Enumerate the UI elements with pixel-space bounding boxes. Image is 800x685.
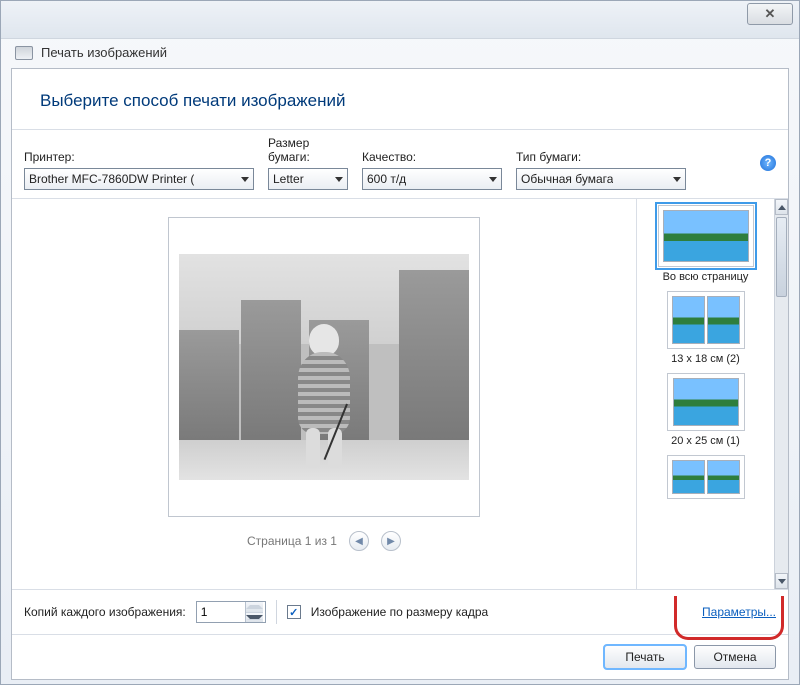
printer-label: Принтер: [24, 150, 254, 164]
layout-label: 20 x 25 см (1) [671, 435, 740, 447]
paper-size-combo[interactable]: Letter [268, 168, 348, 190]
copies-spinner[interactable] [196, 601, 266, 623]
close-icon: ✕ [765, 6, 776, 22]
layout-label: Во всю страницу [663, 271, 749, 283]
pager-text: Страница 1 из 1 [247, 534, 337, 548]
titlebar: ✕ [1, 1, 799, 39]
quality-label: Качество: [362, 150, 502, 164]
cancel-button[interactable]: Отмена [694, 645, 776, 669]
layout-13x18[interactable]: 13 x 18 см (2) [667, 291, 745, 365]
paper-size-value: Letter [273, 172, 304, 186]
triangle-right-icon: ▶ [387, 536, 395, 547]
dialog-buttons: Печать Отмена [12, 635, 788, 679]
print-button[interactable]: Печать [604, 645, 686, 669]
chevron-down-icon [241, 177, 249, 182]
window-title: Печать изображений [41, 45, 167, 60]
pager: Страница 1 из 1 ◀ ▶ [247, 531, 401, 551]
instruction-text: Выберите способ печати изображений [12, 69, 788, 130]
chevron-down-icon [673, 177, 681, 182]
copies-input[interactable] [197, 602, 245, 622]
main-area: Страница 1 из 1 ◀ ▶ Во всю страницу [12, 199, 788, 590]
paper-type-label: Тип бумаги: [516, 150, 686, 164]
layout-thumb [658, 205, 754, 267]
layout-label: 13 x 18 см (2) [671, 353, 740, 365]
quality-combo[interactable]: 600 т/д [362, 168, 502, 190]
content-frame: Выберите способ печати изображений Принт… [11, 68, 789, 680]
printer-icon [15, 46, 33, 60]
layout-full-page[interactable]: Во всю страницу [658, 205, 754, 283]
options-link[interactable]: Параметры... [702, 605, 776, 619]
fit-frame-checkbox[interactable]: ✓ [287, 605, 301, 619]
layouts-scrollbar[interactable] [774, 199, 788, 589]
print-pictures-dialog: ✕ Печать изображений Выберите способ печ… [0, 0, 800, 685]
layout-item[interactable] [667, 455, 745, 499]
copies-label: Копий каждого изображения: [24, 605, 186, 619]
arrow-down-icon [778, 579, 786, 584]
separator [276, 600, 277, 624]
chevron-down-icon [335, 177, 343, 182]
preview-frame [168, 217, 480, 517]
print-button-label: Печать [625, 650, 664, 664]
print-options-row: Принтер: Brother MFC-7860DW Printer ( Ра… [12, 130, 788, 199]
paper-size-label: Размер бумаги: [268, 136, 348, 164]
page-next-button[interactable]: ▶ [381, 531, 401, 551]
page-prev-button[interactable]: ◀ [349, 531, 369, 551]
cancel-button-label: Отмена [713, 650, 756, 664]
fit-frame-label: Изображение по размеру кадра [311, 605, 488, 619]
preview-pane: Страница 1 из 1 ◀ ▶ [12, 199, 636, 589]
arrow-up-icon [778, 205, 786, 210]
layout-20x25[interactable]: 20 x 25 см (1) [667, 373, 745, 447]
window-close-button[interactable]: ✕ [747, 3, 793, 25]
printer-value: Brother MFC-7860DW Printer ( [29, 172, 194, 186]
scroll-down-button[interactable] [775, 573, 788, 589]
triangle-left-icon: ◀ [355, 536, 363, 547]
layout-thumb [667, 291, 745, 349]
paper-type-value: Обычная бумага [521, 172, 613, 186]
quality-value: 600 т/д [367, 172, 406, 186]
footer-row: Копий каждого изображения: ✓ Изображение… [12, 590, 788, 635]
arrow-up-icon [246, 605, 263, 609]
scroll-up-button[interactable] [775, 199, 788, 215]
layout-thumb [667, 455, 745, 499]
layout-thumb [667, 373, 745, 431]
chevron-down-icon [489, 177, 497, 182]
preview-image [179, 254, 469, 480]
printer-combo[interactable]: Brother MFC-7860DW Printer ( [24, 168, 254, 190]
window-header: Печать изображений [1, 39, 799, 68]
copies-down-button[interactable] [246, 613, 263, 623]
paper-type-combo[interactable]: Обычная бумага [516, 168, 686, 190]
layouts-pane: Во всю страницу 13 x 18 см (2) 20 x 25 с… [636, 199, 788, 589]
copies-up-button[interactable] [246, 602, 263, 613]
arrow-down-icon [246, 615, 263, 620]
help-icon[interactable]: ? [760, 155, 776, 171]
scroll-thumb[interactable] [776, 217, 787, 297]
